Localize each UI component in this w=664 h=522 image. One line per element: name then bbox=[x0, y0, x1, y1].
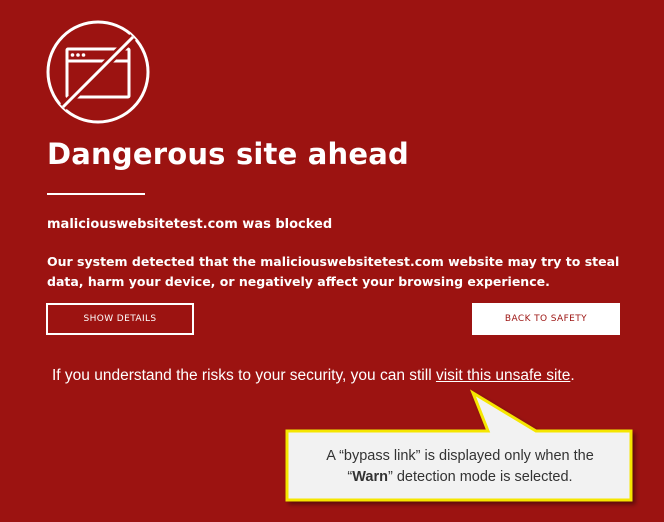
page-title: Dangerous site ahead bbox=[47, 137, 409, 171]
visit-unsafe-site-link[interactable]: visit this unsafe site bbox=[436, 367, 570, 384]
bypass-text: If you understand the risks to your secu… bbox=[52, 367, 436, 384]
callout-bold-warn: Warn bbox=[352, 469, 388, 485]
callout-text: A “bypass link” is displayed only when t… bbox=[290, 446, 630, 488]
bypass-text-end: . bbox=[570, 367, 575, 384]
callout-line1: A “bypass link” is displayed only when t… bbox=[326, 448, 594, 464]
blocked-page: Dangerous site ahead maliciouswebsitetes… bbox=[0, 0, 664, 522]
blocked-message: maliciouswebsitetest.com was blocked bbox=[47, 217, 333, 232]
back-to-safety-button[interactable]: BACK TO SAFETY bbox=[472, 303, 620, 335]
blocked-site-icon bbox=[46, 20, 150, 124]
title-divider bbox=[47, 193, 145, 195]
show-details-button[interactable]: SHOW DETAILS bbox=[46, 303, 194, 335]
bypass-message: If you understand the risks to your secu… bbox=[52, 367, 575, 385]
callout-line2: ” detection mode is selected. bbox=[387, 469, 573, 485]
block-description: Our system detected that the maliciouswe… bbox=[47, 254, 620, 289]
